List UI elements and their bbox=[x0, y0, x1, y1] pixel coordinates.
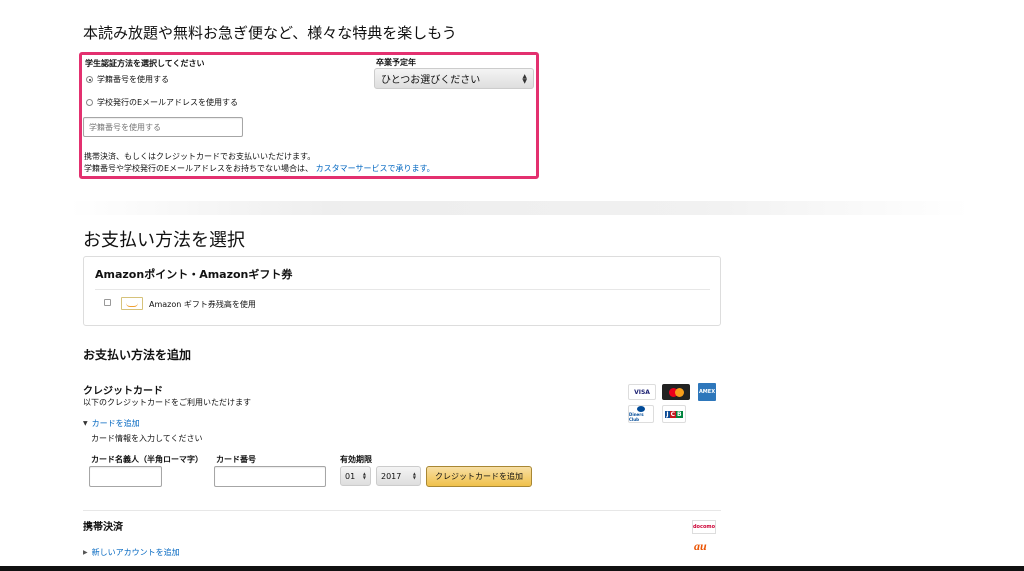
graduation-year-value: ひとつお選びください bbox=[381, 75, 481, 86]
diners-club-logo-icon: Diners Club bbox=[628, 405, 654, 423]
add-credit-card-button[interactable]: クレジットカードを追加 bbox=[426, 466, 532, 487]
radio-student-id[interactable] bbox=[86, 76, 93, 83]
payment-divider bbox=[83, 510, 721, 511]
payment-note-line2: 学籍番号や学校発行のEメールアドレスをお持ちでない場合は、 カスタマーサービスで… bbox=[84, 163, 435, 174]
card-number-input[interactable] bbox=[214, 466, 326, 487]
select-arrows-icon: ▲ ▼ bbox=[522, 72, 527, 85]
promo-title: 本読み放題や無料お急ぎ便など、様々な特典を楽しもう bbox=[83, 24, 457, 42]
mobile-payment-title: 携帯決済 bbox=[83, 522, 123, 533]
graduation-year-label: 卒業予定年 bbox=[376, 58, 416, 67]
student-id-input[interactable] bbox=[83, 117, 243, 137]
section-divider bbox=[70, 201, 970, 215]
expiry-label: 有効期限 bbox=[340, 455, 372, 464]
payment-note-line1: 携帯決済、もしくはクレジットカードでお支払いいただけます。 bbox=[84, 152, 316, 161]
au-logo-icon: au bbox=[694, 539, 707, 553]
expiry-month-value: 01 bbox=[345, 471, 356, 481]
expiry-year-value: 2017 bbox=[381, 471, 402, 481]
caret-right-icon: ▶ bbox=[83, 549, 88, 556]
diners-club-text: Diners Club bbox=[629, 412, 644, 422]
jcb-logo-icon: JCB bbox=[662, 405, 686, 423]
gift-balance-checkbox[interactable] bbox=[104, 299, 111, 306]
new-account-link[interactable]: 新しいアカウントを追加 bbox=[92, 547, 180, 558]
gift-balance-label[interactable]: Amazon ギフト券残高を使用 bbox=[149, 299, 256, 310]
add-card-toggle[interactable]: ▼ カードを追加 bbox=[83, 418, 140, 429]
bottom-edge-bar bbox=[0, 566, 1024, 571]
visa-logo-icon: VISA bbox=[628, 384, 656, 400]
credit-card-title: クレジットカード bbox=[83, 386, 163, 397]
expiry-month-select[interactable]: 01 ▲ ▼ bbox=[340, 466, 371, 486]
payment-section-title: お支払い方法を選択 bbox=[83, 230, 245, 251]
amex-logo-icon: AMEX bbox=[698, 383, 716, 401]
cardholder-label: カード名義人（半角ローマ字） bbox=[91, 455, 203, 464]
payment-note-line2-text: 学籍番号や学校発行のEメールアドレスをお持ちでない場合は、 bbox=[84, 164, 314, 173]
radio-student-id-label[interactable]: 学籍番号を使用する bbox=[97, 74, 169, 85]
select-arrows-icon: ▲ ▼ bbox=[362, 471, 366, 480]
gift-card-divider bbox=[95, 289, 710, 290]
expiry-year-select[interactable]: 2017 ▲ ▼ bbox=[376, 466, 421, 486]
mastercard-logo-icon bbox=[662, 384, 690, 400]
radio-school-email-label[interactable]: 学校発行のEメールアドレスを使用する bbox=[97, 97, 238, 108]
new-account-toggle[interactable]: ▶ 新しいアカウントを追加 bbox=[83, 547, 180, 558]
docomo-logo-icon: docomo bbox=[692, 520, 716, 534]
verification-method-label: 学生認証方法を選択してください bbox=[85, 59, 205, 68]
credit-card-subtitle: 以下のクレジットカードをご利用いただけます bbox=[83, 398, 251, 407]
add-payment-title: お支払い方法を追加 bbox=[83, 348, 192, 362]
customer-service-link[interactable]: カスタマーサービスで承ります。 bbox=[316, 164, 435, 173]
card-info-label: カード情報を入力してください bbox=[91, 434, 203, 443]
cardholder-input[interactable] bbox=[89, 466, 162, 487]
radio-school-email[interactable] bbox=[86, 99, 93, 106]
graduation-year-select[interactable]: ひとつお選びください ▲ ▼ bbox=[374, 68, 534, 89]
amazon-gift-card-icon bbox=[121, 297, 143, 310]
add-card-link[interactable]: カードを追加 bbox=[92, 418, 140, 429]
card-number-label: カード番号 bbox=[216, 455, 256, 464]
select-arrows-icon: ▲ ▼ bbox=[412, 471, 416, 480]
caret-down-icon: ▼ bbox=[83, 420, 88, 427]
gift-card-title: Amazonポイント・Amazonギフト券 bbox=[95, 268, 293, 281]
